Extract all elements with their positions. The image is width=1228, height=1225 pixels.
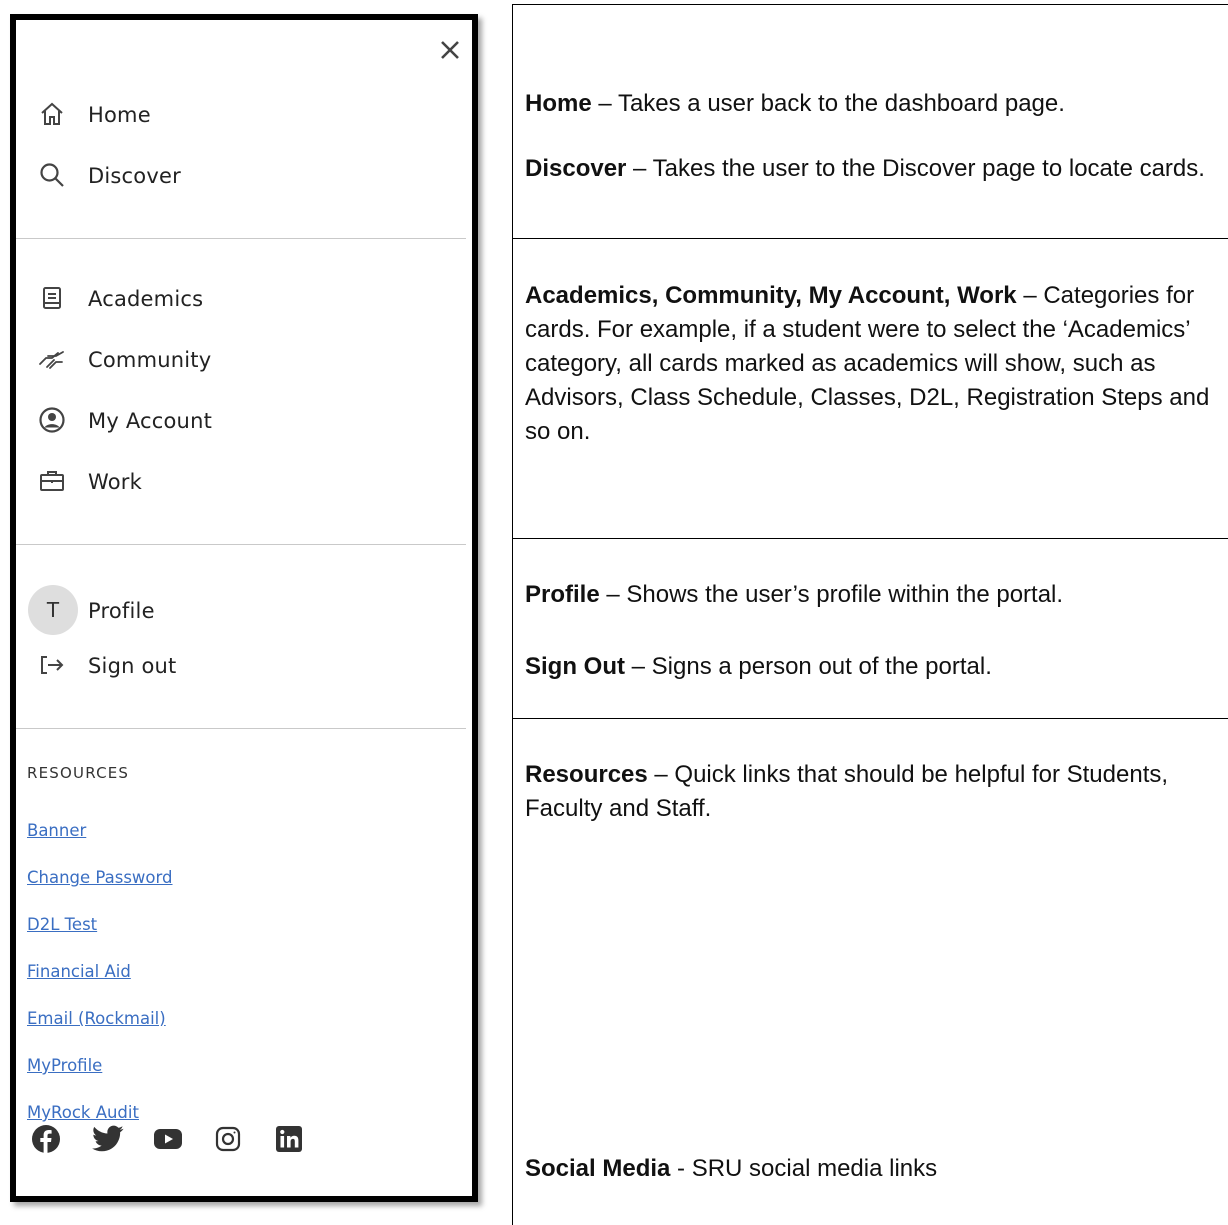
definition: - SRU social media links	[670, 1155, 938, 1182]
nav-item-discover[interactable]: Discover	[16, 151, 472, 199]
definition: – Takes a user back to the dashboard pag…	[591, 90, 1065, 117]
resource-link-financial-aid[interactable]: Financial Aid	[27, 962, 131, 981]
sign-out-icon	[38, 651, 66, 679]
description-table	[512, 4, 1228, 1225]
description-profile: Profile – Shows the user’s profile withi…	[525, 578, 1215, 612]
youtube-icon[interactable]	[152, 1123, 184, 1155]
linkedin-icon[interactable]	[273, 1123, 305, 1155]
divider	[16, 728, 466, 729]
avatar[interactable]: T	[28, 585, 78, 635]
resource-link-d2l-test[interactable]: D2L Test	[27, 915, 97, 934]
close-icon[interactable]	[434, 34, 466, 66]
term: Social Media	[525, 1155, 671, 1182]
resource-link-email[interactable]: Email (Rockmail)	[27, 1009, 166, 1028]
briefcase-icon	[38, 467, 66, 495]
description-discover: Discover – Takes the user to the Discove…	[525, 152, 1215, 186]
nav-item-label: Work	[88, 470, 142, 494]
instagram-icon[interactable]	[212, 1123, 244, 1155]
resource-link-myrock-audit[interactable]: MyRock Audit	[27, 1103, 139, 1122]
resource-link-banner[interactable]: Banner	[27, 821, 86, 840]
resource-link-myprofile[interactable]: MyProfile	[27, 1056, 102, 1075]
navigation-drawer: Home Discover Academics Community My Acc…	[10, 14, 478, 1202]
resource-link-change-password[interactable]: Change Password	[27, 868, 173, 887]
nav-item-label: Academics	[88, 287, 204, 311]
nav-item-label: Home	[88, 103, 151, 127]
definition: – Signs a person out of the portal.	[624, 653, 992, 680]
term: Discover	[525, 155, 627, 182]
nav-item-label: Discover	[88, 164, 181, 188]
nav-item-label: My Account	[88, 409, 213, 433]
term: Profile	[525, 581, 600, 608]
book-icon	[38, 284, 66, 312]
facebook-icon[interactable]	[30, 1123, 62, 1155]
description-sign-out: Sign Out – Signs a person out of the por…	[525, 650, 1215, 684]
resources-heading: RESOURCES	[27, 764, 130, 782]
description-categories: Academics, Community, My Account, Work –…	[525, 279, 1215, 449]
nav-item-community[interactable]: Community	[16, 335, 472, 383]
home-icon	[38, 100, 66, 128]
nav-item-academics[interactable]: Academics	[16, 274, 472, 322]
definition: – Takes the user to the Discover page to…	[626, 155, 1205, 182]
nav-item-my-account[interactable]: My Account	[16, 396, 472, 444]
term: Home	[525, 90, 592, 117]
term: Academics, Community, My Account, Work	[525, 282, 1017, 309]
description-social-media: Social Media - SRU social media links	[525, 1152, 1215, 1186]
nav-item-label: Sign out	[88, 654, 177, 678]
nav-item-sign-out[interactable]: Sign out	[16, 641, 472, 689]
nav-item-label: Profile	[88, 599, 155, 623]
nav-item-work[interactable]: Work	[16, 457, 472, 505]
twitter-icon[interactable]	[92, 1123, 124, 1155]
table-row-divider	[512, 238, 1228, 239]
handshake-icon	[38, 345, 66, 373]
divider	[16, 544, 466, 545]
definition: – Shows the user’s profile within the po…	[599, 581, 1064, 608]
description-home: Home – Takes a user back to the dashboar…	[525, 87, 1215, 121]
term: Sign Out	[525, 653, 625, 680]
account-circle-icon	[38, 406, 66, 434]
term: Resources	[525, 761, 648, 788]
search-icon	[38, 161, 66, 189]
table-row-divider	[512, 538, 1228, 539]
divider	[16, 238, 466, 239]
nav-item-label: Community	[88, 348, 212, 372]
table-row-divider	[512, 718, 1228, 719]
description-resources: Resources – Quick links that should be h…	[525, 758, 1215, 826]
nav-item-profile[interactable]: Profile	[16, 586, 472, 634]
nav-item-home[interactable]: Home	[16, 90, 472, 138]
